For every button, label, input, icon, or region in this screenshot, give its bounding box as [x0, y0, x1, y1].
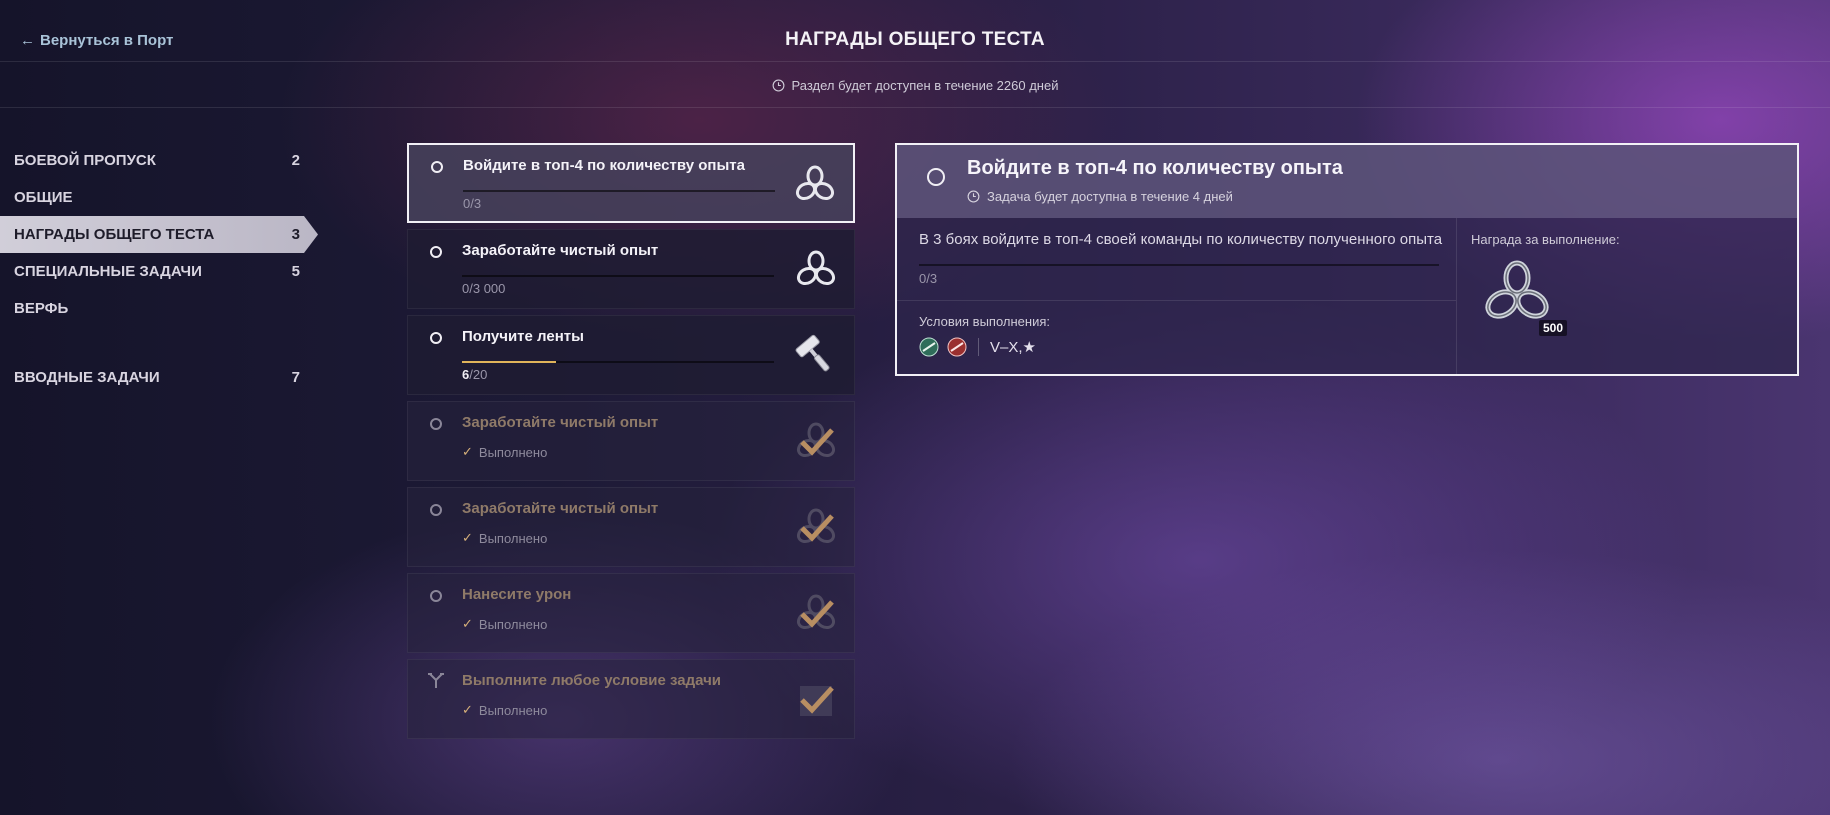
- checkmark-icon: ✓: [462, 444, 473, 459]
- conditions-label: Условия выполнения:: [919, 314, 1050, 329]
- reward-amount: 500: [1539, 320, 1568, 336]
- reward-label: Награда за выполнение:: [1471, 232, 1620, 247]
- page-title: НАГРАДЫ ОБЩЕГО ТЕСТА: [785, 29, 1045, 50]
- detail-availability: Задача будет доступна в течение 4 дней: [967, 189, 1233, 204]
- sidebar-item-intro-tasks[interactable]: ВВОДНЫЕ ЗАДАЧИ 7: [0, 359, 302, 396]
- conditions-row: V–X,★: [919, 337, 1036, 357]
- task-card[interactable]: Войдите в топ-4 по количеству опыта 0/3: [407, 143, 855, 223]
- task-progress-bar: [462, 361, 774, 363]
- task-status: ✓ Выполнено: [462, 616, 548, 632]
- recycle-token-icon: [795, 165, 835, 201]
- task-title: Войдите в топ-4 по количеству опыта: [463, 157, 745, 174]
- completed-check-icon: [796, 508, 836, 544]
- task-detail-panel: Войдите в топ-4 по количеству опыта Зада…: [895, 143, 1799, 376]
- detail-radio: [927, 168, 945, 186]
- sidebar-item-label: БОЕВОЙ ПРОПУСК: [14, 152, 156, 169]
- completed-check-icon: [800, 686, 834, 716]
- completed-check-icon: [796, 594, 836, 630]
- task-progress: 0/3 000: [462, 281, 506, 296]
- sidebar-item-count: 2: [291, 152, 300, 169]
- sidebar-item-general[interactable]: ОБЩИЕ: [0, 179, 302, 216]
- clock-icon: [967, 190, 980, 203]
- sidebar: БОЕВОЙ ПРОПУСК 2 ОБЩИЕ НАГРАДЫ ОБЩЕГО ТЕ…: [0, 142, 320, 396]
- detail-progress: 0/3: [919, 271, 938, 286]
- detail-title: Войдите в топ-4 по количеству опыта: [967, 157, 1343, 179]
- task-radio: [430, 246, 442, 258]
- task-list: Войдите в топ-4 по количеству опыта 0/3 …: [407, 143, 855, 745]
- sidebar-item-label: ВВОДНЫЕ ЗАДАЧИ: [14, 369, 160, 386]
- sidebar-item-general-test-rewards[interactable]: НАГРАДЫ ОБЩЕГО ТЕСТА 3: [0, 216, 318, 253]
- task-progress-bar: [463, 190, 775, 192]
- task-title: Заработайте чистый опыт: [462, 500, 659, 517]
- task-status: ✓ Выполнено: [462, 530, 548, 546]
- ship-type-red-icon: [947, 337, 967, 357]
- task-radio: [430, 418, 442, 430]
- task-card[interactable]: Заработайте чистый опыт 0/3 000: [407, 229, 855, 309]
- detail-header: Войдите в топ-4 по количеству опыта Зада…: [897, 145, 1797, 218]
- task-title: Получите ленты: [462, 328, 584, 345]
- task-radio: [431, 161, 443, 173]
- detail-progress-bar: [919, 264, 1439, 266]
- task-radio: [430, 332, 442, 344]
- checkmark-icon: ✓: [462, 702, 473, 717]
- task-card[interactable]: Выполните любое условие задачи ✓ Выполне…: [407, 659, 855, 739]
- branch-icon: [428, 673, 444, 688]
- paint-roller-icon: [795, 334, 830, 372]
- task-radio: [430, 590, 442, 602]
- task-title: Заработайте чистый опыт: [462, 414, 659, 431]
- task-title: Нанесите урон: [462, 586, 572, 603]
- sidebar-item-shipyard[interactable]: ВЕРФЬ: [0, 290, 302, 327]
- task-radio: [430, 504, 442, 516]
- sidebar-item-label: ВЕРФЬ: [14, 300, 69, 317]
- task-card[interactable]: Заработайте чистый опыт ✓ Выполнено: [407, 487, 855, 567]
- ship-type-green-icon: [919, 337, 939, 357]
- detail-description-section: В 3 боях войдите в топ-4 своей команды п…: [897, 218, 1457, 374]
- completed-check-icon: [796, 422, 836, 458]
- clock-icon: [772, 79, 784, 91]
- top-bar: ← Вернуться в Порт НАГРАДЫ ОБЩЕГО ТЕСТА: [0, 0, 1830, 62]
- availability-text: Раздел будет доступен в течение 2260 дне…: [791, 77, 1059, 93]
- sidebar-item-label: ОБЩИЕ: [14, 189, 73, 206]
- checkmark-icon: ✓: [462, 530, 473, 545]
- task-progress-bar: [462, 275, 774, 277]
- tier-range: V–X,★: [990, 339, 1036, 356]
- task-card[interactable]: Заработайте чистый опыт ✓ Выполнено: [407, 401, 855, 481]
- divider: [897, 300, 1456, 301]
- sidebar-item-count: 3: [291, 226, 300, 243]
- task-status: ✓ Выполнено: [462, 444, 548, 460]
- task-card[interactable]: Нанесите урон ✓ Выполнено: [407, 573, 855, 653]
- sidebar-item-count: 5: [291, 263, 300, 280]
- task-card[interactable]: Получите ленты 6/20: [407, 315, 855, 395]
- divider: [978, 338, 979, 356]
- detail-description: В 3 боях войдите в топ-4 своей команды п…: [919, 231, 1443, 248]
- checkmark-icon: ✓: [462, 616, 473, 631]
- task-status: ✓ Выполнено: [462, 702, 548, 718]
- sidebar-item-special-tasks[interactable]: СПЕЦИАЛЬНЫЕ ЗАДАЧИ 5: [0, 253, 302, 290]
- sidebar-item-battle-pass[interactable]: БОЕВОЙ ПРОПУСК 2: [0, 142, 302, 179]
- task-progress: 6/20: [462, 367, 488, 382]
- task-progress: 0/3: [463, 196, 482, 211]
- task-title: Заработайте чистый опыт: [462, 242, 659, 259]
- availability-bar: Раздел будет доступен в течение 2260 дне…: [0, 63, 1830, 108]
- sidebar-item-count: 7: [291, 369, 300, 386]
- sidebar-item-label: НАГРАДЫ ОБЩЕГО ТЕСТА: [14, 226, 215, 243]
- reward-section: Награда за выполнение: 500: [1457, 218, 1797, 374]
- sidebar-item-label: СПЕЦИАЛЬНЫЕ ЗАДАЧИ: [14, 263, 202, 280]
- task-title: Выполните любое условие задачи: [462, 672, 722, 689]
- recycle-token-icon: [796, 250, 836, 286]
